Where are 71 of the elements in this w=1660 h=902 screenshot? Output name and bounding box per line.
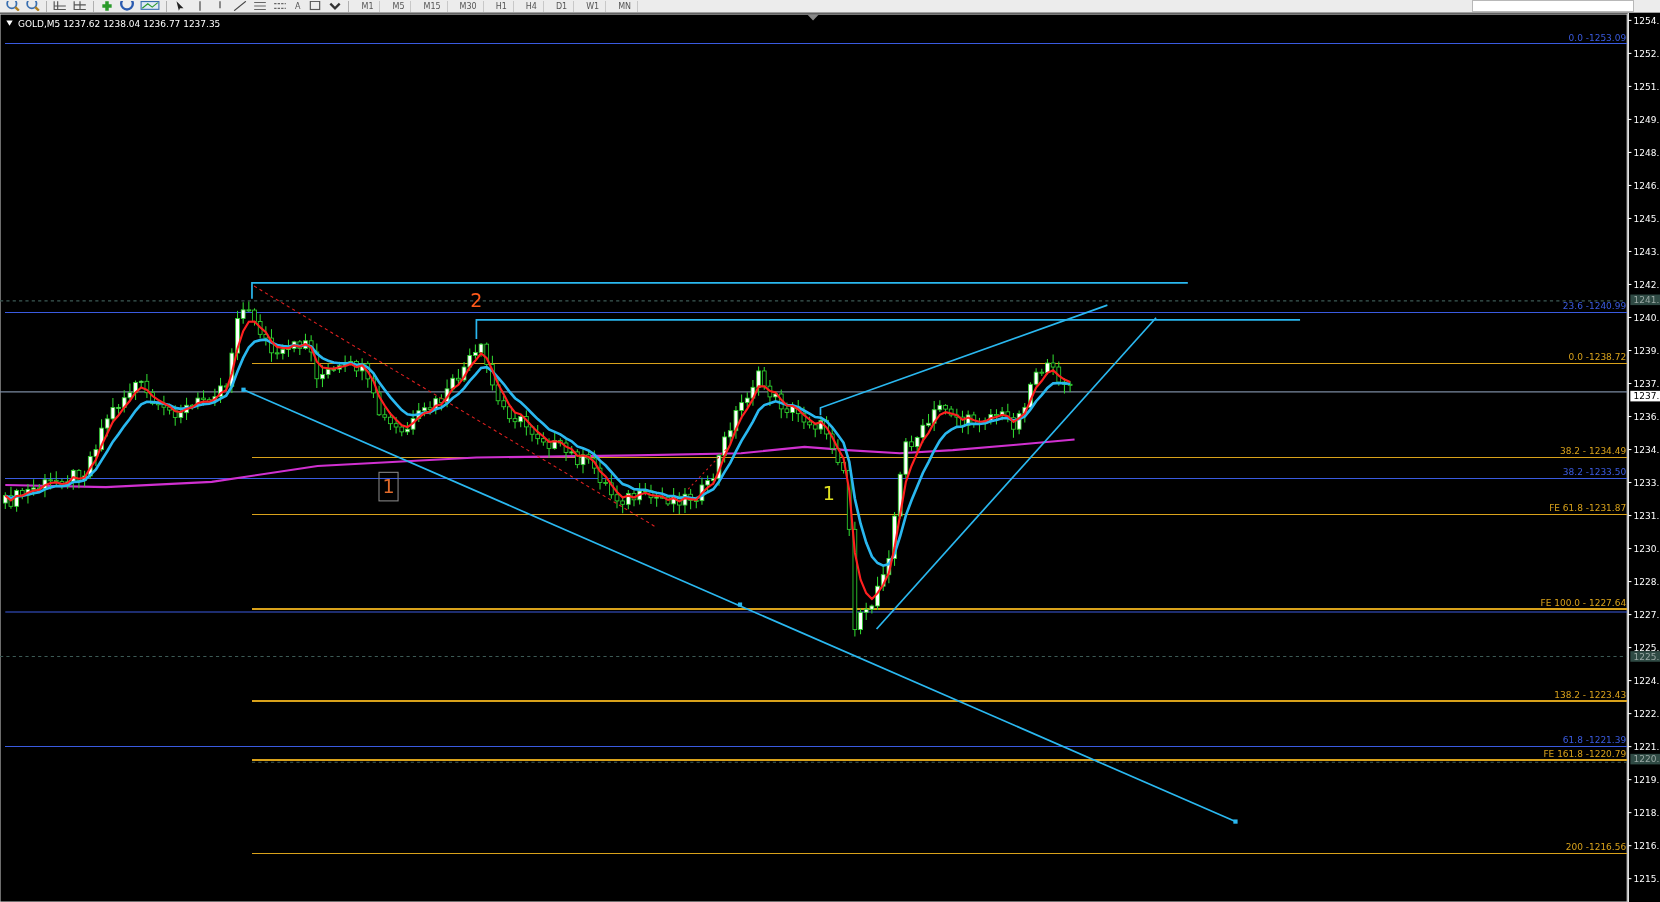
timeframe-button[interactable]: M30 — [453, 0, 484, 12]
anchor-point — [737, 602, 743, 607]
price-marker-label: 1220. — [1633, 754, 1660, 765]
price-label: 1234. — [1633, 445, 1660, 456]
price-label: 1221. — [1633, 742, 1660, 753]
timeframe-button[interactable]: W1 — [580, 0, 607, 12]
price-label: 1251. — [1633, 82, 1660, 93]
price-label: 1219. — [1633, 775, 1660, 786]
zoom-in-icon[interactable] — [6, 1, 20, 11]
level-label: 0.0 -1238.72 — [1568, 352, 1627, 363]
price-marker-label: 1237. — [1633, 391, 1660, 402]
price-label: 1252. — [1633, 49, 1660, 60]
anchor-point — [1233, 819, 1238, 824]
level-label: FE 161.8 -1220.79 — [1543, 749, 1627, 759]
wave-label: 1 — [382, 475, 395, 498]
price-label: 1243. — [1633, 247, 1660, 258]
wave-label: 1 — [822, 481, 835, 504]
price-label: 1248. — [1633, 148, 1660, 159]
price-label: 1246. — [1633, 181, 1660, 192]
level-label: 38.2 - 1234.49 — [1560, 446, 1627, 457]
anchor-point — [241, 387, 246, 392]
dashed-trend-line — [687, 444, 731, 490]
price-label: 1216. — [1633, 841, 1660, 852]
price-marker-label: 1225. — [1633, 651, 1660, 662]
price-label: 1236. — [1633, 412, 1660, 423]
level-label: 138.2 - 1223.43 — [1554, 689, 1627, 700]
timeframe-button[interactable]: H1 — [489, 0, 514, 12]
timeframe-button[interactable]: D1 — [549, 0, 575, 12]
timeframe-button[interactable]: M15 — [417, 0, 448, 12]
price-label: 1237. — [1633, 379, 1660, 390]
price-label: 1227. — [1633, 610, 1660, 621]
price-label: 1233. — [1633, 478, 1660, 489]
level-label: FE 61.8 -1231.87 — [1549, 503, 1627, 514]
price-label: 1240. — [1633, 313, 1660, 324]
chart-window-icon[interactable] — [140, 1, 160, 11]
price-label: 1224. — [1633, 676, 1660, 687]
price-label: 1228. — [1633, 577, 1660, 588]
grid-icon[interactable] — [53, 1, 67, 11]
timeframe-button[interactable]: M1 — [355, 0, 381, 12]
trend-line-icon[interactable] — [233, 1, 247, 11]
price-marker-label: 1241. — [1633, 295, 1660, 305]
price-label: 1230. — [1633, 544, 1660, 555]
level-label: 38.2 -1233.50 — [1562, 467, 1627, 478]
price-label: 1222. — [1633, 709, 1660, 720]
wave-label: 2 — [470, 289, 483, 312]
price-label: 1231. — [1633, 511, 1660, 522]
chart-header: GOLD,M5 1237.62 1238.04 1236.77 1237.35 — [18, 18, 221, 29]
price-label: 1242. — [1633, 280, 1660, 291]
timeframe-button[interactable]: H4 — [519, 0, 544, 12]
price-label: 1249. — [1633, 115, 1660, 126]
price-label: 1215. — [1633, 874, 1660, 885]
price-label: 1218. — [1633, 808, 1660, 819]
text-tool-button[interactable]: A — [293, 0, 303, 12]
zoom-out-icon[interactable] — [26, 1, 40, 11]
level-label: 23.6 -1240.99 — [1562, 301, 1627, 312]
shift-marker-icon[interactable] — [807, 15, 819, 21]
price-label: 1225. — [1633, 643, 1660, 654]
price-label: 1245. — [1633, 214, 1660, 225]
fibonacci-icon[interactable] — [253, 1, 267, 11]
plus-icon[interactable] — [100, 1, 114, 11]
fibonacci-expansion-icon[interactable] — [273, 1, 287, 11]
dropdown-icon[interactable] — [6, 20, 13, 26]
timeframe-button[interactable]: M5 — [386, 0, 412, 12]
search-field[interactable] — [1472, 0, 1634, 12]
timeframe-button[interactable]: MN — [612, 0, 639, 12]
level-label: 0.0 -1253.09 — [1568, 32, 1627, 43]
price-label: 1239. — [1633, 346, 1660, 357]
level-label: FE 100.0 - 1227.64 — [1540, 597, 1627, 608]
level-label: 200 -1216.56 — [1565, 842, 1627, 853]
price-label: 1254. — [1633, 16, 1660, 27]
level-label: 61.8 -1221.39 — [1562, 735, 1627, 746]
